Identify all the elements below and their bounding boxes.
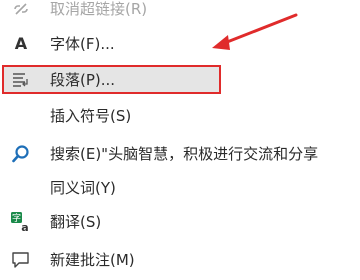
empty-icon-slot [0, 99, 42, 132]
menu-item-remove-hyperlink[interactable]: 取消超链接(R) [0, 0, 360, 25]
svg-text:字: 字 [12, 212, 21, 224]
svg-text:a: a [21, 221, 28, 233]
menu-item-label: 搜索(E)"头脑智慧，积极进行交流和分享 [50, 145, 319, 163]
menu-item-label: 段落(P)... [50, 71, 116, 89]
menu-item-label: 取消超链接(R) [50, 0, 148, 18]
menu-item-label: 插入符号(S) [50, 107, 132, 125]
menu-item-translate[interactable]: 字 a 翻译(S) [0, 205, 360, 238]
menu-item-new-comment[interactable]: 新建批注(M) [0, 243, 360, 276]
menu-item-search[interactable]: 搜索(E)"头脑智慧，积极进行交流和分享 [0, 137, 360, 170]
menu-item-font[interactable]: A 字体(F)... [0, 27, 360, 60]
translate-icon: 字 a [0, 205, 42, 238]
menu-item-synonyms[interactable]: 同义词(Y) [0, 171, 360, 204]
menu-item-label: 新建批注(M) [50, 251, 135, 269]
search-icon [0, 137, 42, 170]
comment-icon [0, 243, 42, 276]
paragraph-icon [0, 63, 42, 96]
menu-item-paragraph[interactable]: 段落(P)... [0, 63, 360, 96]
menu-item-label: 同义词(Y) [50, 179, 116, 197]
menu-item-label: 翻译(S) [50, 213, 102, 231]
unlink-icon [0, 0, 42, 25]
font-icon: A [14, 34, 28, 53]
empty-icon-slot [0, 171, 42, 204]
context-menu: 取消超链接(R) A 字体(F)... 段落(P)... 插入符号(S) 搜索(… [0, 0, 360, 280]
menu-item-label: 字体(F)... [50, 35, 115, 53]
menu-item-insert-symbol[interactable]: 插入符号(S) [0, 99, 360, 132]
